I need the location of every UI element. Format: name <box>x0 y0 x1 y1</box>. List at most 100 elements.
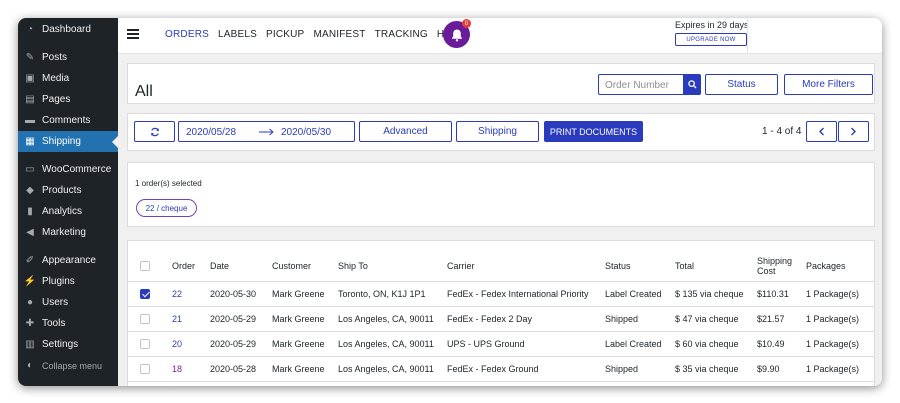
nav-manifest[interactable]: MANIFEST <box>313 29 365 40</box>
prev-page-button[interactable] <box>806 121 837 142</box>
column-header-packages[interactable]: Packages <box>802 251 874 282</box>
search-icon <box>688 80 697 89</box>
select-all-checkbox[interactable] <box>140 261 150 272</box>
order-status: Shipped <box>601 356 671 382</box>
column-header-order[interactable]: Order <box>168 251 206 282</box>
nav-labels[interactable]: LABELS <box>218 29 257 40</box>
advanced-button[interactable]: Advanced <box>359 121 452 142</box>
status-filter-button[interactable]: Status <box>705 74 778 95</box>
selected-order-chip[interactable]: 22 / cheque <box>136 199 197 217</box>
order-status: Label Created <box>601 281 671 307</box>
sidebar-item-posts[interactable]: ✎ Posts <box>18 47 118 68</box>
sidebar-item-label: Marketing <box>42 227 86 238</box>
order-number-search-input[interactable]: Order Number <box>598 74 684 95</box>
sidebar-item-label: Tools <box>42 318 66 329</box>
sidebar-item-media[interactable]: ▣ Media <box>18 68 118 89</box>
plug-icon: ⚡ <box>23 276 37 287</box>
column-header-status[interactable]: Status <box>601 251 671 282</box>
app-window: ◔ Dashboard ✎ Posts ▣ Media ▤ Pages ▬ Co… <box>18 18 882 386</box>
sidebar-item-analytics[interactable]: ▮ Analytics <box>18 201 118 222</box>
hamburger-icon[interactable] <box>127 29 139 39</box>
row-checkbox[interactable] <box>140 288 150 299</box>
order-carrier: FedEx - Fedex Ground <box>443 356 601 382</box>
sidebar-item-plugins[interactable]: ⚡ Plugins <box>18 271 118 292</box>
sidebar-item-label: Dashboard <box>42 24 91 35</box>
order-number-link[interactable]: 18 <box>172 364 182 374</box>
megaphone-icon: ◀ <box>26 227 34 238</box>
sidebar-item-products[interactable]: ◆ Products <box>18 180 118 201</box>
wrench-icon: ✚ <box>25 318 35 329</box>
print-documents-button[interactable]: PRINT DOCUMENTS <box>544 121 643 142</box>
sidebar-item-label: Comments <box>42 115 91 126</box>
order-customer: Mark Greene <box>268 281 334 307</box>
sidebar-item-woocommerce[interactable]: ▭ WooCommerce <box>18 159 118 180</box>
table-row[interactable]: 18 2020-05-28 Mark Greene Los Angeles, C… <box>128 356 874 382</box>
trial-expiry-text: Expires in 29 days <box>675 20 749 30</box>
sidebar-item-settings[interactable]: ▥ Settings <box>18 334 118 355</box>
pagination-range: 1 - 4 of 4 <box>762 126 802 137</box>
column-header-shipping-cost[interactable]: Shipping Cost <box>753 251 802 282</box>
orders-table-card: Order Date Customer Ship To Carrier Stat… <box>127 240 875 386</box>
table-row[interactable]: 21 2020-05-29 Mark Greene Los Angeles, C… <box>128 306 874 332</box>
comment-icon: ▬ <box>25 115 35 126</box>
selected-count-text: 1 order(s) selected <box>135 179 202 188</box>
nav-pickup[interactable]: PICKUP <box>266 29 304 40</box>
dashboard-icon: ◔ <box>26 24 34 35</box>
pin-icon: ✎ <box>25 52 35 63</box>
next-page-button[interactable] <box>838 121 869 142</box>
sidebar-item-label: Appearance <box>42 255 96 266</box>
order-packages: 1 Package(s) <box>802 306 874 332</box>
nav-tracking[interactable]: TRACKING <box>375 29 428 40</box>
admin-sidebar: ◔ Dashboard ✎ Posts ▣ Media ▤ Pages ▬ Co… <box>18 18 118 386</box>
order-packages: 1 Package(s) <box>802 281 874 307</box>
sidebar-item-label: Users <box>42 297 69 308</box>
sidebar-item-label: Pages <box>42 94 71 105</box>
column-header-date[interactable]: Date <box>206 251 268 282</box>
box-icon: ◆ <box>26 185 34 196</box>
order-date: 2020-05-30 <box>206 281 268 307</box>
column-header-customer[interactable]: Customer <box>268 251 334 282</box>
order-date: 2020-05-28 <box>206 356 268 382</box>
sidebar-item-users[interactable]: ● Users <box>18 292 118 313</box>
toolbar-card: 2020/05/28 2020/05/30 Advanced Shipping … <box>127 113 875 151</box>
order-status: Shipped <box>601 306 671 332</box>
table-row[interactable]: 20 2020-05-29 Mark Greene Los Angeles, C… <box>128 331 874 357</box>
column-header-ship-to[interactable]: Ship To <box>334 251 443 282</box>
order-carrier: FedEx - Fedex International Priority <box>443 281 601 307</box>
more-filters-button[interactable]: More Filters <box>784 74 873 95</box>
sidebar-item-shipping[interactable]: ▦ Shipping <box>18 131 118 152</box>
sidebar-item-tools[interactable]: ✚ Tools <box>18 313 118 334</box>
header-card: All Order Number Status More Filters <box>127 63 875 104</box>
row-checkbox[interactable] <box>140 338 150 349</box>
page-title: All <box>135 83 153 100</box>
row-checkbox[interactable] <box>140 313 150 324</box>
order-total: $ 35 via cheque <box>671 356 753 382</box>
upgrade-now-button[interactable]: UPGRADE NOW <box>675 33 747 46</box>
sidebar-item-label: Media <box>42 73 70 84</box>
column-header-carrier[interactable]: Carrier <box>443 251 601 282</box>
row-checkbox[interactable] <box>140 363 150 374</box>
order-ship-to: Los Angeles, CA, 90011 <box>334 331 443 357</box>
refresh-button[interactable] <box>134 121 175 142</box>
order-number-link[interactable]: 20 <box>172 339 182 349</box>
sidebar-item-dashboard[interactable]: ◔ Dashboard <box>18 19 118 40</box>
collapse-icon: ◐ <box>26 360 34 371</box>
sidebar-item-comments[interactable]: ▬ Comments <box>18 110 118 131</box>
sidebar-item-label: Posts <box>42 52 68 63</box>
collapse-menu-button[interactable]: ◐ Collapse menu <box>18 355 118 376</box>
search-button[interactable] <box>684 74 701 95</box>
table-row[interactable]: 22 2020-05-30 Mark Greene Toronto, ON, K… <box>128 281 874 307</box>
bell-icon <box>451 29 462 41</box>
nav-orders[interactable]: ORDERS <box>165 29 209 40</box>
sidebar-item-pages[interactable]: ▤ Pages <box>18 89 118 110</box>
order-number-link[interactable]: 22 <box>172 289 182 299</box>
order-date: 2020-05-29 <box>206 306 268 332</box>
order-date: 2020-05-29 <box>206 331 268 357</box>
order-ship-to: Los Angeles, CA, 90011 <box>334 306 443 332</box>
sidebar-item-marketing[interactable]: ◀ Marketing <box>18 222 118 243</box>
shipping-button[interactable]: Shipping <box>456 121 539 142</box>
refresh-icon <box>150 127 159 136</box>
order-number-link[interactable]: 21 <box>172 314 182 324</box>
sidebar-item-appearance[interactable]: ✐ Appearance <box>18 250 118 271</box>
column-header-total[interactable]: Total <box>671 251 753 282</box>
